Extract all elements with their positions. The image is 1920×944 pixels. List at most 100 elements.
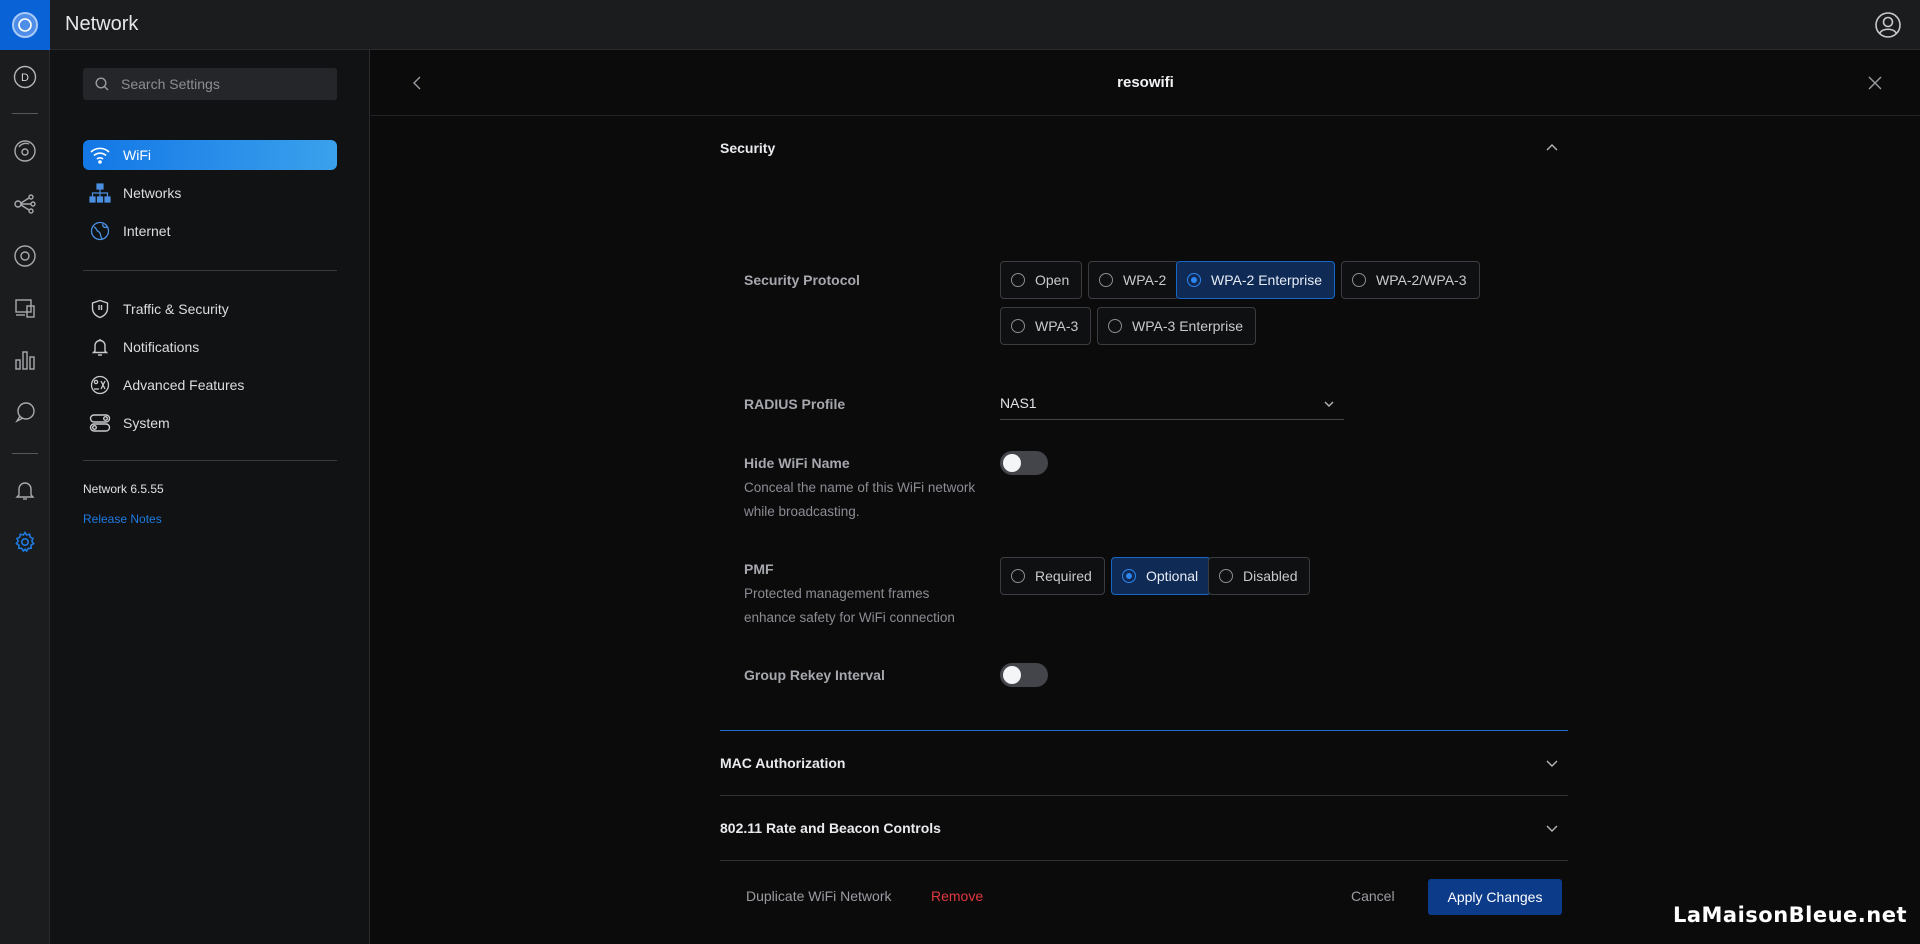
user-account-icon[interactable] [1874,11,1902,39]
pmf-option-disabled[interactable]: Disabled [1208,557,1311,595]
radius-profile-select[interactable]: NAS1 [1000,388,1344,420]
radio-icon [1011,319,1025,333]
settings-icon [15,531,35,553]
rail-devices[interactable] [12,191,38,217]
section-mac-authorization-header[interactable]: MAC Authorization [720,731,1568,795]
sidebar-item-label: Traffic & Security [123,301,229,317]
group-rekey-toggle[interactable] [1000,663,1048,687]
insights-icon [15,402,35,423]
watermark: LaMaisonBleue.net [1672,903,1907,927]
sidebar-item-label: WiFi [123,147,151,163]
protocol-option-wpa3[interactable]: WPA-3 [1000,307,1092,345]
wifi-icon [89,144,111,166]
globe-icon [89,220,111,242]
rail-insights[interactable] [12,399,38,425]
rail-settings[interactable] [12,529,38,555]
radio-icon [1099,273,1113,287]
option-label: WPA-3 [1035,318,1079,334]
settings-sidebar: WiFi Networks Internet Traffic & Securit… [50,50,370,944]
app-title: Network [65,13,139,35]
radio-icon [1108,319,1122,333]
sidebar-item-advanced-features[interactable]: Advanced Features [83,370,337,400]
bell-icon [15,482,35,500]
hide-wifi-name-description: Conceal the name of this WiFi network wh… [744,480,976,519]
rail-topology[interactable] [12,138,38,164]
dashboard-letter: D [21,72,29,84]
section-rate-beacon-header[interactable]: 802.11 Rate and Beacon Controls [720,796,1568,860]
app-logo[interactable] [0,0,50,50]
pmf-option-optional[interactable]: Optional [1111,557,1212,595]
hide-wifi-name-label: Hide WiFi Name [744,455,850,471]
sidebar-item-internet[interactable]: Internet [83,216,337,246]
pmf-option-required[interactable]: Required [1000,557,1105,595]
topology-icon [14,140,36,162]
hide-wifi-name-toggle[interactable] [1000,451,1048,475]
sidebar-item-wifi[interactable]: WiFi [83,140,337,170]
section-security-header[interactable]: Security [720,116,1568,180]
release-notes-link[interactable]: Release Notes [83,512,162,526]
pmf-label: PMF [744,561,774,577]
rail-dashboard[interactable]: D [12,64,38,90]
search-box[interactable] [83,68,337,100]
sidebar-item-label: Internet [123,223,171,239]
section-title: 802.11 Rate and Beacon Controls [720,820,941,836]
sidebar-item-networks[interactable]: Networks [83,178,337,208]
radio-icon [1352,273,1366,287]
radio-icon [1122,569,1136,583]
sidebar-divider [83,270,337,271]
wifi-edit-panel: resowifi Security Security Protocol Open… [371,50,1920,944]
shield-icon [89,298,111,320]
sidebar-divider [83,460,337,461]
protocol-option-wpa2-wpa3[interactable]: WPA-2/WPA-3 [1341,261,1480,299]
page-title: resowifi [1117,74,1174,91]
radio-icon [1011,569,1025,583]
search-icon [95,77,109,91]
protocol-option-wpa2[interactable]: WPA-2 [1088,261,1180,299]
select-value: NAS1 [1000,395,1037,411]
option-label: Open [1035,272,1070,288]
advanced-features-icon [89,374,111,396]
rail-device-monitor[interactable] [12,295,38,321]
remove-button[interactable]: Remove [931,888,983,904]
option-label: Required [1035,568,1092,584]
chevron-down-icon [1546,760,1558,767]
chevron-up-icon [1546,144,1558,151]
option-label: WPA-2 Enterprise [1211,272,1322,288]
sidebar-item-notifications[interactable]: Notifications [83,332,337,362]
sidebar-item-label: System [123,415,170,431]
radio-icon [1011,273,1025,287]
option-label: WPA-3 Enterprise [1132,318,1243,334]
search-input[interactable] [121,68,331,100]
unifi-logo-icon [12,12,38,38]
rail-divider [12,453,38,454]
sidebar-item-traffic-security[interactable]: Traffic & Security [83,294,337,324]
sidebar-item-label: Advanced Features [123,377,245,393]
sidebar-item-system[interactable]: System [83,408,337,438]
protocol-option-wpa2-enterprise[interactable]: WPA-2 Enterprise [1176,261,1335,299]
toggle-knob [1003,454,1021,472]
rail-clients[interactable] [12,243,38,269]
chevron-down-icon [1324,401,1334,407]
cancel-button[interactable]: Cancel [1351,888,1395,904]
protocol-option-wpa3-enterprise[interactable]: WPA-3 Enterprise [1097,307,1256,345]
close-icon[interactable] [1866,74,1884,92]
statistics-icon [15,351,35,370]
rail-alerts[interactable] [12,477,38,503]
rail-divider [12,113,38,114]
version-label: Network 6.5.55 [83,482,164,496]
toggle-knob [1003,666,1021,684]
system-icon [89,412,111,434]
apply-changes-button[interactable]: Apply Changes [1428,879,1562,915]
group-rekey-label: Group Rekey Interval [744,667,885,683]
rail-statistics[interactable] [12,347,38,373]
clients-icon [14,245,36,267]
chevron-down-icon [1546,825,1558,832]
option-label: WPA-2/WPA-3 [1376,272,1467,288]
protocol-option-open[interactable]: Open [1000,261,1083,299]
device-monitor-icon [15,299,35,318]
dashboard-icon: D [13,65,37,89]
security-protocol-label: Security Protocol [744,272,860,288]
section-title: Security [720,140,776,156]
duplicate-wifi-button[interactable]: Duplicate WiFi Network [746,888,891,904]
devices-icon [14,194,36,214]
